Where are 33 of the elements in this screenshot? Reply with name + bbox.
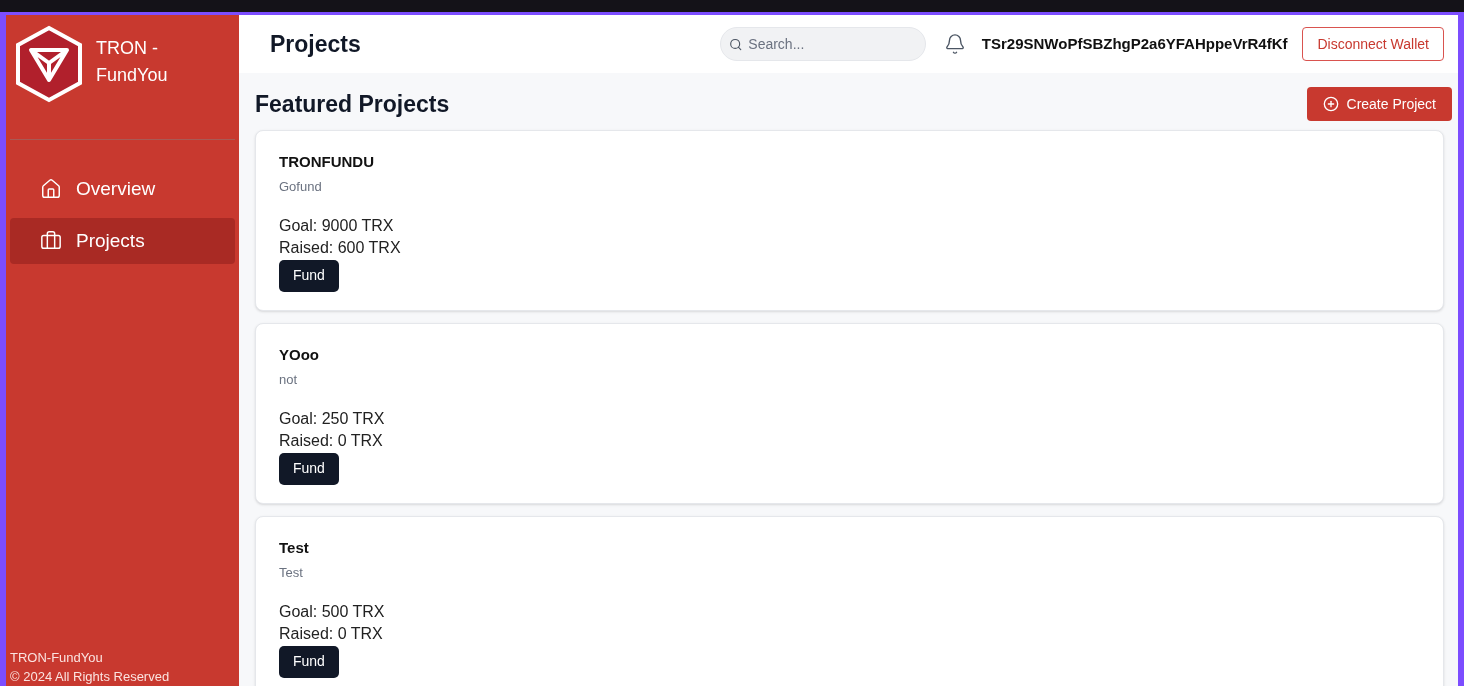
project-name: Test: [279, 537, 310, 558]
create-project-button[interactable]: Create Project: [1306, 87, 1452, 122]
section-title: Featured Projects: [255, 90, 450, 119]
page-title: Projects: [270, 29, 361, 59]
project-description: Test: [279, 564, 304, 582]
goal-text: Goal: 250 TRX: [279, 408, 386, 429]
search-input[interactable]: Search...: [748, 33, 917, 55]
disconnect-wallet-button[interactable]: Disconnect Wallet: [1302, 27, 1444, 61]
project-description: not: [279, 371, 299, 389]
project-name: YOoo: [279, 344, 320, 365]
footer-text: © 2024 All Rights Reserved: [10, 668, 171, 686]
nav-item[interactable]: Overview: [10, 166, 235, 212]
brand-name: TRON - FundYou: [96, 37, 169, 87]
raised-text: Raised: 0 TRX: [279, 430, 384, 451]
goal-text: Goal: 9000 TRX: [279, 215, 395, 236]
search-field[interactable]: Search...: [719, 27, 926, 61]
goal-text: Goal: 500 TRX: [279, 601, 386, 622]
nav-item[interactable]: Projects: [10, 218, 235, 264]
home-icon: [40, 178, 62, 200]
fund-button[interactable]: Fund: [279, 452, 339, 485]
raised-text: Raised: 0 TRX: [279, 623, 384, 644]
footer-text: TRON-FundYou: [10, 649, 104, 667]
fund-button[interactable]: Fund: [279, 645, 339, 678]
wallet-address: TSr29SNWoPfSBZhgP2a6YFAHppeVrR4fKf: [981, 33, 1288, 54]
notification-icon[interactable]: [943, 33, 966, 55]
fund-button[interactable]: Fund: [279, 259, 339, 292]
project-name: TRONFUNDU: [279, 151, 375, 172]
plus-icon: [1322, 96, 1339, 113]
logo-icon: [14, 25, 84, 103]
raised-text: Raised: 600 TRX: [279, 237, 402, 258]
project-description: Gofund: [279, 178, 323, 196]
search-icon: [728, 36, 743, 52]
briefcase-icon: [40, 230, 62, 252]
